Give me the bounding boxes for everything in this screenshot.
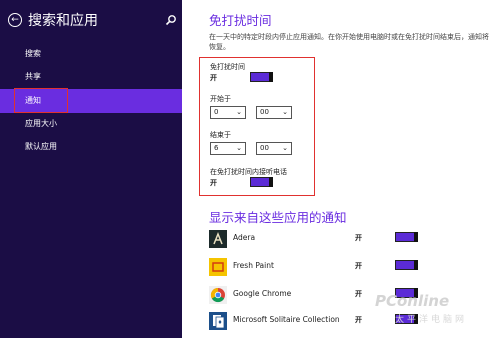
quiet-hours-description: 在一天中的特定时段内停止应用通知。在你开始使用电脑时或在免打扰时间结束后，通知将… — [209, 33, 489, 51]
quiet-hours-toggle-label: 免打扰时间 — [210, 63, 245, 71]
calls-toggle[interactable] — [250, 177, 273, 187]
quiet-hours-toggle[interactable] — [250, 72, 273, 82]
fresh-paint-icon — [209, 258, 227, 276]
end-minute-select[interactable]: 00 ⌄ — [256, 142, 292, 155]
back-button[interactable]: ← — [8, 13, 22, 27]
adera-icon — [209, 230, 227, 248]
end-hour-select[interactable]: 6 ⌄ — [210, 142, 246, 155]
chrome-icon — [209, 286, 227, 304]
app-name: Google Chrome — [233, 289, 292, 298]
app-state: 开 — [355, 234, 362, 242]
start-hour-value: 0 — [214, 108, 219, 116]
chevron-down-icon: ⌄ — [236, 144, 242, 152]
sidebar-item-share[interactable]: 共享 — [0, 65, 182, 89]
app-state: 开 — [355, 316, 362, 324]
watermark: PConline — [375, 292, 450, 310]
search-icon[interactable] — [165, 14, 177, 26]
sidebar-item-search[interactable]: 搜索 — [0, 42, 182, 66]
app-name: Microsoft Solitaire Collection — [233, 315, 340, 324]
calls-toggle-state: 开 — [210, 179, 217, 187]
watermark-subtitle: 太平洋电脑网 — [395, 315, 468, 325]
app-state: 开 — [355, 290, 362, 298]
start-minute-value: 00 — [260, 108, 269, 116]
sidebar-header: ← 搜索和应用 — [8, 10, 98, 30]
calls-toggle-label: 在免打扰时间内接听电话 — [210, 168, 287, 176]
chevron-down-icon: ⌄ — [236, 108, 242, 116]
settings-sidebar: ← 搜索和应用 搜索 共享 通知 应用大小 默认应用 — [0, 0, 182, 338]
quiet-hours-toggle-state: 开 — [210, 74, 217, 82]
app-name: Adera — [233, 233, 256, 242]
app-toggle-adera[interactable] — [395, 232, 418, 242]
back-arrow-icon: ← — [11, 14, 19, 25]
end-label: 结束于 — [210, 131, 231, 139]
main-pane: 免打扰时间 在一天中的特定时段内停止应用通知。在你开始使用电脑时或在免打扰时间结… — [182, 0, 500, 338]
app-name: Fresh Paint — [233, 261, 274, 270]
start-minute-select[interactable]: 00 ⌄ — [256, 106, 292, 119]
app-toggle-fresh-paint[interactable] — [395, 260, 418, 270]
sidebar-item-notifications[interactable]: 通知 — [0, 89, 182, 113]
sidebar-item-default-apps[interactable]: 默认应用 — [0, 135, 182, 159]
app-state: 开 — [355, 262, 362, 270]
start-hour-select[interactable]: 0 ⌄ — [210, 106, 246, 119]
app-row-fresh-paint: Fresh Paint 开 — [209, 256, 489, 278]
sidebar-item-app-sizes[interactable]: 应用大小 — [0, 112, 182, 136]
end-minute-value: 00 — [260, 144, 269, 152]
end-hour-value: 6 — [214, 144, 219, 152]
app-row-adera: Adera 开 — [209, 228, 489, 250]
quiet-hours-title: 免打扰时间 — [209, 13, 272, 28]
apps-section-title: 显示来自这些应用的通知 — [209, 210, 347, 225]
sidebar-title: 搜索和应用 — [28, 13, 98, 29]
chevron-down-icon: ⌄ — [282, 144, 288, 152]
start-label: 开始于 — [210, 95, 231, 103]
chevron-down-icon: ⌄ — [282, 108, 288, 116]
solitaire-icon — [209, 312, 227, 330]
